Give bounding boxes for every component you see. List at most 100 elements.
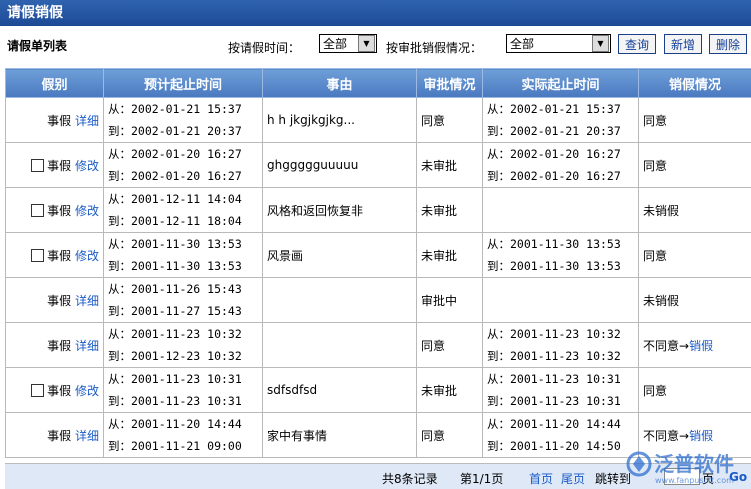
row-checkbox[interactable] — [31, 204, 44, 217]
plan-time-cell: 从：2002-01-21 15:37到：2002-01-21 20:37 — [104, 98, 263, 143]
leave-status: 不同意→ — [643, 429, 689, 443]
reason-text: 风格和返回恢复非 — [263, 204, 363, 218]
reason-cell: 家中有事情 — [263, 413, 417, 458]
actual-from: 从：2001-11-20 14:44 — [483, 413, 638, 435]
approval-cell: 审批中 — [417, 278, 483, 323]
actual-time-cell: 从：2002-01-21 15:37到：2002-01-21 20:37 — [483, 98, 639, 143]
chevron-down-icon[interactable]: ▼ — [358, 35, 375, 52]
approval-text: 未审批 — [417, 159, 457, 173]
leave-status: 同意 — [643, 114, 667, 128]
plan-to: 到：2001-12-23 10:32 — [104, 345, 262, 367]
table-header-row: 假别 预计起止时间 事由 审批情况 实际起止时间 销假情况 — [6, 69, 751, 98]
actual-to: 到：2001-11-23 10:32 — [483, 345, 638, 367]
table-row: 事假 修改从：2002-01-20 16:27到：2002-01-20 16:2… — [6, 143, 751, 188]
col-header-plan-time: 预计起止时间 — [104, 69, 263, 98]
actual-time-cell: 从：2001-11-20 14:44到：2001-11-20 14:50 — [483, 413, 639, 458]
plan-from: 从：2001-11-20 14:44 — [104, 413, 262, 435]
row-action-link[interactable]: 修改 — [75, 384, 99, 398]
leave-status-cell: 未销假 — [639, 188, 751, 233]
type-cell: 事假 详细 — [6, 278, 104, 323]
approval-cell: 未审批 — [417, 143, 483, 188]
leave-type: 事假 — [47, 384, 71, 398]
plan-time-cell: 从：2001-11-23 10:32到：2001-12-23 10:32 — [104, 323, 263, 368]
plan-from: 从：2001-11-23 10:31 — [104, 368, 262, 390]
watermark-url: www.fanpusoft.com — [655, 476, 734, 485]
actual-time-cell: 从：2001-11-23 10:31到：2001-11-23 10:31 — [483, 368, 639, 413]
reason-text — [263, 338, 267, 352]
row-checkbox[interactable] — [31, 249, 44, 262]
filter-time-select[interactable]: 全部 ▼ — [319, 34, 377, 53]
plan-time-cell: 从：2002-01-20 16:27到：2002-01-20 16:27 — [104, 143, 263, 188]
row-action-link[interactable]: 修改 — [75, 249, 99, 263]
filter-status-select[interactable]: 全部 ▼ — [506, 34, 611, 53]
leave-status: 不同意→ — [643, 339, 689, 353]
first-page-link[interactable]: 首页 — [529, 470, 553, 487]
last-page-link[interactable]: 尾页 — [561, 470, 585, 487]
plan-from: 从：2001-11-26 15:43 — [104, 278, 262, 300]
reason-cell: h h jkgjkgjkg... — [263, 98, 417, 143]
actual-from: 从：2001-11-23 10:31 — [483, 368, 638, 390]
reason-text: 家中有事情 — [263, 429, 327, 443]
plan-from: 从：2001-11-30 13:53 — [104, 233, 262, 255]
chevron-down-icon[interactable]: ▼ — [592, 35, 609, 52]
plan-to: 到：2002-01-20 16:27 — [104, 165, 262, 187]
filter-status-value: 全部 — [507, 35, 592, 52]
actual-time-cell — [483, 278, 639, 323]
watermark-text: 泛普软件 — [654, 452, 734, 476]
delete-button[interactable]: 删除 — [709, 34, 747, 54]
row-checkbox[interactable] — [31, 159, 44, 172]
approval-text: 未审批 — [417, 249, 457, 263]
actual-time-cell — [483, 188, 639, 233]
leave-type: 事假 — [47, 429, 71, 443]
cancel-leave-link[interactable]: 销假 — [689, 429, 713, 443]
plan-time-cell: 从：2001-11-30 13:53到：2001-11-30 13:53 — [104, 233, 263, 278]
table-row: 事假 修改从：2001-11-23 10:31到：2001-11-23 10:3… — [6, 368, 751, 413]
row-action-link[interactable]: 详细 — [75, 339, 99, 353]
actual-to: 到：2001-11-23 10:31 — [483, 390, 638, 412]
actual-to: 到：2002-01-20 16:27 — [483, 165, 638, 187]
filter-status-label: 按审批销假情况： — [386, 39, 482, 56]
type-cell: 事假 详细 — [6, 98, 104, 143]
reason-cell — [263, 323, 417, 368]
approval-cell: 同意 — [417, 413, 483, 458]
col-header-leave-status: 销假情况 — [639, 69, 751, 98]
reason-cell: 风景画 — [263, 233, 417, 278]
record-count: 共8条记录 — [382, 470, 438, 487]
cancel-leave-link[interactable]: 销假 — [689, 339, 713, 353]
list-title: 请假单列表 — [7, 37, 67, 54]
row-action-link[interactable]: 修改 — [75, 159, 99, 173]
actual-from: 从：2002-01-21 15:37 — [483, 98, 638, 120]
row-action-link[interactable]: 详细 — [75, 114, 99, 128]
type-cell: 事假 详细 — [6, 413, 104, 458]
query-button[interactable]: 查询 — [618, 34, 656, 54]
row-action-link[interactable]: 详细 — [75, 294, 99, 308]
leave-table: 假别 预计起止时间 事由 审批情况 实际起止时间 销假情况 事假 详细从：200… — [5, 68, 751, 458]
reason-cell: 风格和返回恢复非 — [263, 188, 417, 233]
table-row: 事假 修改从：2001-11-30 13:53到：2001-11-30 13:5… — [6, 233, 751, 278]
table-row: 事假 详细从：2001-11-23 10:32到：2001-12-23 10:3… — [6, 323, 751, 368]
reason-cell: sdfsdfsd — [263, 368, 417, 413]
col-header-approval: 审批情况 — [417, 69, 483, 98]
row-action-link[interactable]: 修改 — [75, 204, 99, 218]
row-action-link[interactable]: 详细 — [75, 429, 99, 443]
type-cell: 事假 详细 — [6, 323, 104, 368]
page-title: 请假销假 — [0, 0, 751, 26]
add-button[interactable]: 新增 — [664, 34, 702, 54]
actual-to: 到：2001-11-20 14:50 — [483, 435, 638, 457]
filter-time-label: 按请假时间： — [228, 39, 300, 56]
toolbar: 请假单列表 按请假时间： 全部 ▼ 按审批销假情况： 全部 ▼ 查询 新增 删除 — [0, 26, 751, 62]
leave-status: 未销假 — [643, 294, 679, 308]
leave-status-cell: 未销假 — [639, 278, 751, 323]
approval-cell: 未审批 — [417, 368, 483, 413]
reason-text: sdfsdfsd — [263, 383, 317, 397]
actual-to: 到：2002-01-21 20:37 — [483, 120, 638, 142]
row-checkbox[interactable] — [31, 384, 44, 397]
leave-status: 同意 — [643, 384, 667, 398]
actual-from: 从：2001-11-30 13:53 — [483, 233, 638, 255]
approval-text: 未审批 — [417, 384, 457, 398]
plan-from: 从：2001-12-11 14:04 — [104, 188, 262, 210]
filter-time-value: 全部 — [320, 35, 358, 52]
leave-type: 事假 — [47, 204, 71, 218]
reason-text: ghggggguuuuu — [263, 158, 358, 172]
leave-status: 未销假 — [643, 204, 679, 218]
